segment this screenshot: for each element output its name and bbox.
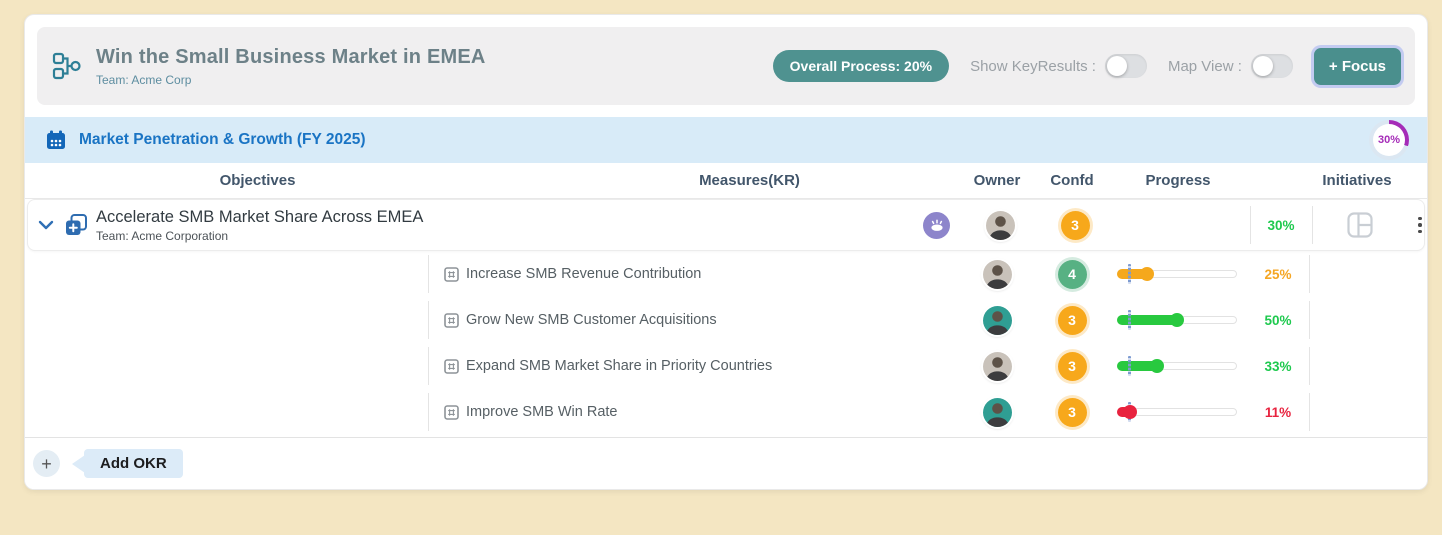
calendar-icon xyxy=(45,129,67,151)
toggle-knob xyxy=(1107,56,1127,76)
okr-panel: Win the Small Business Market in EMEA Te… xyxy=(24,14,1428,490)
progress-value: 50% xyxy=(1247,313,1309,328)
celebrate-icon[interactable] xyxy=(923,212,950,239)
progress-value: 11% xyxy=(1247,405,1309,420)
target-tick xyxy=(1128,356,1131,376)
add-okr-plus-icon[interactable]: + xyxy=(33,450,60,477)
map-view-toggle[interactable] xyxy=(1251,54,1293,78)
page-team: Team: Acme Corp xyxy=(96,73,486,87)
confidence-badge[interactable]: 3 xyxy=(1058,306,1087,335)
key-result-title[interactable]: Grow New SMB Customer Acquisitions xyxy=(466,312,717,328)
key-result-title[interactable]: Expand SMB Market Share in Priority Coun… xyxy=(466,358,772,374)
key-result-icon xyxy=(444,313,459,328)
slider-knob[interactable] xyxy=(1140,267,1154,281)
column-header-initiatives: Initiatives xyxy=(1309,172,1405,189)
column-header-progress: Progress xyxy=(1109,172,1247,189)
target-tick xyxy=(1128,264,1131,284)
focus-button[interactable]: + Focus xyxy=(1314,48,1401,85)
quarter-progress-gauge: 30% xyxy=(1369,120,1409,160)
confidence-badge[interactable]: 3 xyxy=(1058,398,1087,427)
column-header-owner: Owner xyxy=(959,172,1035,189)
objective-progress-value: 30% xyxy=(1250,218,1312,233)
progress-slider[interactable] xyxy=(1117,361,1237,371)
hierarchy-icon xyxy=(51,51,83,81)
progress-slider[interactable] xyxy=(1117,269,1237,279)
map-view-label: Map View : xyxy=(1168,58,1242,75)
key-result-icon xyxy=(444,267,459,282)
key-result-icon xyxy=(444,405,459,420)
page-title: Win the Small Business Market in EMEA xyxy=(96,46,486,69)
table-header-row: Objectives Measures(KR) Owner Confd Prog… xyxy=(25,163,1427,199)
add-okr-button[interactable]: Add OKR xyxy=(84,449,183,478)
gauge-value: 30% xyxy=(1378,134,1400,146)
objective-confidence-badge[interactable]: 3 xyxy=(1061,211,1090,240)
panel-header: Win the Small Business Market in EMEA Te… xyxy=(37,27,1415,105)
progress-value: 25% xyxy=(1247,267,1309,282)
key-result-owner-avatar[interactable] xyxy=(983,260,1012,289)
overall-progress-badge: Overall Process: 20% xyxy=(773,50,949,82)
show-keyresults-toggle[interactable] xyxy=(1105,54,1147,78)
slider-knob[interactable] xyxy=(1123,405,1137,419)
objective-team: Team: Acme Corporation xyxy=(96,229,423,243)
column-header-objectives: Objectives xyxy=(25,172,428,189)
key-result-title[interactable]: Improve SMB Win Rate xyxy=(466,404,618,420)
column-header-measures: Measures(KR) xyxy=(428,172,959,189)
key-result-row: Expand SMB Market Share in Priority Coun… xyxy=(25,343,1427,389)
objective-type-icon xyxy=(64,213,88,237)
target-tick xyxy=(1128,310,1131,330)
confidence-badge[interactable]: 3 xyxy=(1058,352,1087,381)
collapse-chevron-icon[interactable] xyxy=(34,213,58,237)
objective-owner-avatar[interactable] xyxy=(986,211,1015,240)
column-header-confidence: Confd xyxy=(1035,172,1109,189)
initiatives-board-icon[interactable] xyxy=(1312,212,1408,238)
key-result-owner-avatar[interactable] xyxy=(983,398,1012,427)
key-result-owner-avatar[interactable] xyxy=(983,352,1012,381)
key-result-row: Grow New SMB Customer Acquisitions 3 50% xyxy=(25,297,1427,343)
section-band: Market Penetration & Growth (FY 2025) 30… xyxy=(25,117,1427,163)
confidence-badge[interactable]: 4 xyxy=(1058,260,1087,289)
key-result-icon xyxy=(444,359,459,374)
objective-title[interactable]: Accelerate SMB Market Share Across EMEA xyxy=(96,208,423,227)
show-keyresults-label: Show KeyResults : xyxy=(970,58,1096,75)
key-result-title[interactable]: Increase SMB Revenue Contribution xyxy=(466,266,701,282)
progress-slider[interactable] xyxy=(1117,315,1237,325)
slider-knob[interactable] xyxy=(1150,359,1164,373)
key-result-owner-avatar[interactable] xyxy=(983,306,1012,335)
objective-row: Accelerate SMB Market Share Across EMEA … xyxy=(27,199,1425,251)
footer-bar: + Add OKR xyxy=(25,437,1427,489)
key-result-row: Increase SMB Revenue Contribution 4 25% xyxy=(25,251,1427,297)
section-title: Market Penetration & Growth (FY 2025) xyxy=(79,131,366,149)
progress-value: 33% xyxy=(1247,359,1309,374)
kr-list: Increase SMB Revenue Contribution 4 25% xyxy=(25,251,1427,435)
progress-slider[interactable] xyxy=(1117,407,1237,417)
toggle-knob xyxy=(1253,56,1273,76)
key-result-row: Improve SMB Win Rate 3 11% xyxy=(25,389,1427,435)
row-menu-icon[interactable] xyxy=(1408,213,1428,238)
slider-knob[interactable] xyxy=(1170,313,1184,327)
